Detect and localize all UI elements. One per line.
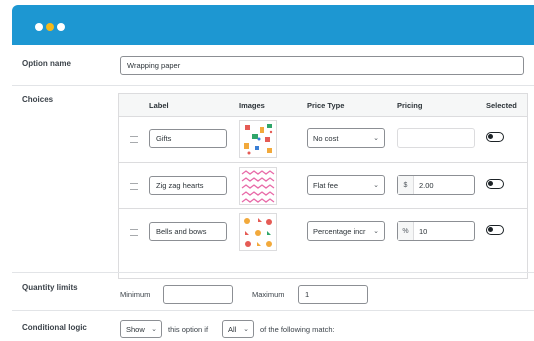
toggle-knob xyxy=(488,227,493,232)
zigzag-hearts-pattern-icon xyxy=(240,168,276,204)
chevron-down-icon: ⌄ xyxy=(373,135,379,142)
window-titlebar xyxy=(12,5,534,45)
choice-row: Gifts No cost ⌄ xyxy=(119,116,527,162)
price-type-value: Percentage incr xyxy=(313,226,366,236)
divider xyxy=(12,272,534,273)
toggle-knob xyxy=(488,181,493,186)
choice-label-input[interactable]: Bells and bows xyxy=(149,222,227,241)
price-type-value: No cost xyxy=(313,133,339,143)
pricing-input[interactable]: $ 2.00 xyxy=(397,175,475,195)
app-window: Option name Wrapping paper Choices Label… xyxy=(12,5,534,341)
pricing-value: 2.00 xyxy=(419,180,434,190)
minimum-label: Minimum xyxy=(120,290,151,299)
divider xyxy=(12,310,534,311)
maximum-label: Maximum xyxy=(252,290,285,299)
window-dot-icon xyxy=(57,23,65,31)
condition-match-value: All xyxy=(228,324,237,334)
quantity-limits-label: Quantity limits xyxy=(22,283,78,292)
percent-prefix: % xyxy=(398,222,414,240)
drag-handle-icon[interactable] xyxy=(130,229,138,236)
divider xyxy=(12,85,534,86)
condition-action-value: Show xyxy=(126,324,145,334)
choice-image-thumbnail[interactable] xyxy=(239,213,277,251)
toggle-knob xyxy=(488,134,493,139)
pricing-input[interactable]: % 10 xyxy=(397,221,475,241)
option-name-input[interactable]: Wrapping paper xyxy=(120,56,524,75)
chevron-down-icon: ⌄ xyxy=(373,228,379,235)
window-dot-icon xyxy=(35,23,43,31)
selected-toggle[interactable] xyxy=(486,225,504,235)
choice-row: Zig zag hearts Flat fee ⌄ $ 2.00 xyxy=(119,162,527,209)
condition-text: this option if xyxy=(168,325,209,334)
option-name-label: Option name xyxy=(22,59,71,68)
drag-handle-icon[interactable] xyxy=(130,136,138,143)
choice-label-input[interactable]: Zig zag hearts xyxy=(149,176,227,195)
bells-bows-pattern-icon xyxy=(240,214,276,250)
column-header-pricing: Pricing xyxy=(397,101,423,110)
drag-handle-icon[interactable] xyxy=(130,183,138,190)
currency-prefix: $ xyxy=(398,176,414,194)
condition-text: of the following match: xyxy=(260,325,335,334)
price-type-value: Flat fee xyxy=(313,180,339,190)
column-header-images: Images xyxy=(239,101,265,110)
chevron-down-icon: ⌄ xyxy=(243,326,249,333)
chevron-down-icon: ⌄ xyxy=(151,326,157,333)
price-type-select[interactable]: Flat fee ⌄ xyxy=(307,175,385,195)
choices-table: Label Images Price Type Pricing Selected… xyxy=(118,93,528,279)
minimum-input[interactable] xyxy=(163,285,233,304)
choices-table-header: Label Images Price Type Pricing Selected xyxy=(119,94,527,117)
pricing-input[interactable] xyxy=(397,128,475,148)
choice-image-thumbnail[interactable] xyxy=(239,120,277,158)
pricing-value: 10 xyxy=(419,226,428,236)
column-header-selected: Selected xyxy=(486,101,517,110)
price-type-select[interactable]: Percentage incr ⌄ xyxy=(307,221,385,241)
chevron-down-icon: ⌄ xyxy=(373,182,379,189)
conditional-logic-label: Conditional logic xyxy=(22,323,87,332)
gifts-pattern-icon xyxy=(240,121,276,157)
option-settings-panel: Option name Wrapping paper Choices Label… xyxy=(12,45,534,341)
choices-label: Choices xyxy=(22,95,54,104)
column-header-price-type: Price Type xyxy=(307,101,345,110)
choice-label-input[interactable]: Gifts xyxy=(149,129,227,148)
choice-image-thumbnail[interactable] xyxy=(239,167,277,205)
condition-match-select[interactable]: All ⌄ xyxy=(222,320,254,338)
selected-toggle[interactable] xyxy=(486,179,504,189)
condition-action-select[interactable]: Show ⌄ xyxy=(120,320,162,338)
maximum-input[interactable]: 1 xyxy=(298,285,368,304)
price-type-select[interactable]: No cost ⌄ xyxy=(307,128,385,148)
column-header-label: Label xyxy=(149,101,169,110)
selected-toggle[interactable] xyxy=(486,132,504,142)
choice-row: Bells and bows Percentage incr ⌄ % 10 xyxy=(119,208,527,255)
window-dot-icon xyxy=(46,23,54,31)
